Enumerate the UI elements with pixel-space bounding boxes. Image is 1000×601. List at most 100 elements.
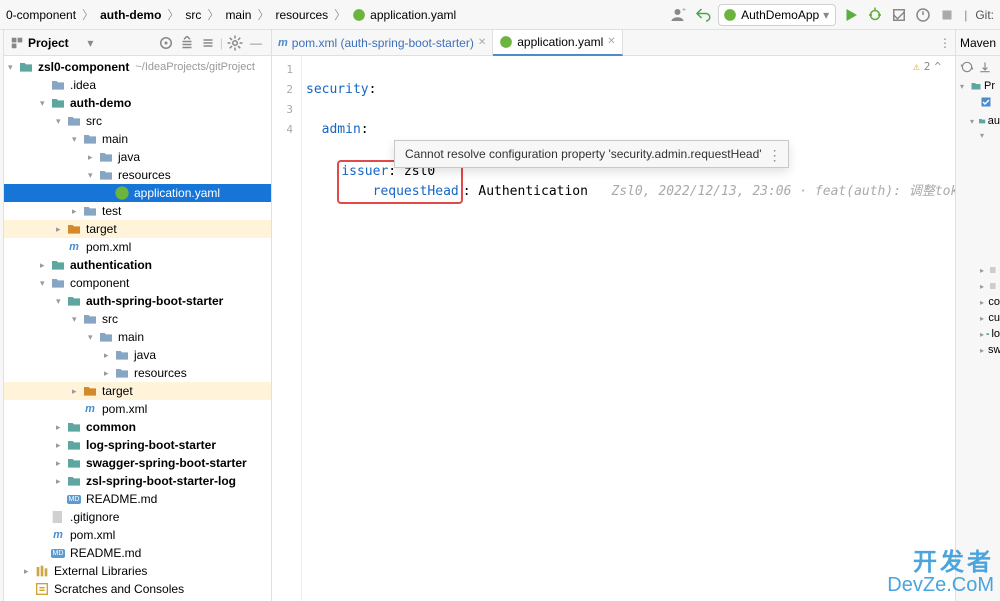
tab-pom[interactable]: m pom.xml (auth-spring-boot-starter) ✕	[272, 30, 493, 56]
more-icon[interactable]: ⋮	[768, 147, 782, 164]
tree-arrow-icon[interactable]	[56, 458, 66, 469]
tree-root[interactable]: zsl0-component ~/IdeaProjects/gitProject	[4, 58, 271, 76]
refresh-icon[interactable]	[960, 60, 974, 74]
tree-item[interactable]: resources	[4, 166, 271, 184]
chevron-down-icon[interactable]: ▾	[87, 36, 93, 50]
tree-arrow-icon[interactable]	[40, 98, 50, 109]
tree-item[interactable]: MDREADME.md	[4, 490, 271, 508]
tree-arrow-icon[interactable]	[56, 476, 66, 487]
tree-item[interactable]: log-spring-boot-starter	[4, 436, 271, 454]
tree-item[interactable]: src	[4, 310, 271, 328]
maven-item[interactable]: ▸cu	[956, 310, 1000, 326]
add-user-icon[interactable]: +	[670, 6, 688, 24]
tree-arrow-icon[interactable]	[88, 170, 98, 181]
hide-icon[interactable]: —	[247, 34, 265, 52]
breadcrumb-item[interactable]: resources	[275, 8, 328, 22]
tree-arrow-icon[interactable]	[72, 314, 82, 325]
download-icon[interactable]	[978, 60, 992, 74]
stop-button[interactable]	[938, 6, 956, 24]
maven-item[interactable]: ▾Pr	[956, 78, 1000, 94]
maven-item[interactable]: ▾	[956, 129, 1000, 142]
tree-item[interactable]: target	[4, 382, 271, 400]
tree-arrow-icon[interactable]	[24, 566, 34, 577]
profiler-button[interactable]	[914, 6, 932, 24]
maven-item[interactable]	[956, 94, 1000, 113]
tree-item[interactable]: component	[4, 274, 271, 292]
undo-icon[interactable]	[694, 6, 712, 24]
tree-item[interactable]: authentication	[4, 256, 271, 274]
tree-arrow-icon[interactable]	[56, 422, 66, 433]
tree-item[interactable]: java	[4, 148, 271, 166]
maven-item[interactable]: ▸co	[956, 294, 1000, 310]
tree-item[interactable]: target	[4, 220, 271, 238]
locate-icon[interactable]	[157, 34, 175, 52]
project-panel: Project ▾ | —	[4, 30, 272, 601]
tree-item[interactable]: main	[4, 130, 271, 148]
tree-arrow-icon[interactable]	[56, 224, 66, 235]
run-config-selector[interactable]: AuthDemoApp ▾	[718, 4, 836, 26]
editor-status[interactable]: ⚠ 2 ^	[913, 60, 941, 73]
tree-item[interactable]: zsl-spring-boot-starter-log	[4, 472, 271, 490]
gear-icon[interactable]	[226, 34, 244, 52]
tree-item[interactable]: MDREADME.md	[4, 544, 271, 562]
breadcrumb-item[interactable]: src	[185, 8, 201, 22]
maven-item[interactable]: ▾au	[956, 113, 1000, 129]
tree-item[interactable]: test	[4, 202, 271, 220]
tree-item[interactable]: resources	[4, 364, 271, 382]
tree-item[interactable]: main	[4, 328, 271, 346]
tree-arrow-icon[interactable]	[104, 350, 114, 361]
tree-arrow-icon[interactable]	[72, 386, 82, 397]
tree-item[interactable]: mpom.xml	[4, 400, 271, 418]
maven-item[interactable]: ▸	[956, 262, 1000, 278]
expand-icon[interactable]	[178, 34, 196, 52]
coverage-button[interactable]	[890, 6, 908, 24]
run-button[interactable]	[842, 6, 860, 24]
tree-arrow-icon[interactable]	[72, 134, 82, 145]
tree-item-label: resources	[118, 168, 171, 182]
tree-item[interactable]: swagger-spring-boot-starter	[4, 454, 271, 472]
more-tabs-icon[interactable]: ⋮	[939, 36, 951, 50]
tree-arrow-icon[interactable]	[56, 116, 66, 127]
tree-item-label: resources	[134, 366, 187, 380]
tree-item[interactable]: mpom.xml	[4, 526, 271, 544]
tree-arrow-icon[interactable]	[88, 152, 98, 163]
tree-item[interactable]: External Libraries	[4, 562, 271, 580]
tree-item[interactable]: java	[4, 346, 271, 364]
checkbox-icon[interactable]	[980, 96, 992, 111]
close-icon[interactable]: ✕	[478, 37, 486, 48]
tree-item[interactable]: src	[4, 112, 271, 130]
caret-icon: ^	[934, 60, 941, 73]
tree-arrow-icon[interactable]	[40, 278, 50, 289]
code-content[interactable]: security: admin: issuer: zsl0 requestHea…	[302, 56, 955, 601]
breadcrumb-item[interactable]: main	[225, 8, 251, 22]
tree-item[interactable]: .gitignore	[4, 508, 271, 526]
tree-item[interactable]: mpom.xml	[4, 238, 271, 256]
breadcrumb-item[interactable]: application.yaml	[370, 8, 456, 22]
maven-item[interactable]: ▸sw	[956, 342, 1000, 358]
tree-item-label: .gitignore	[70, 510, 119, 524]
tree-arrow-icon[interactable]	[104, 368, 114, 379]
tree-item[interactable]: Scratches and Consoles	[4, 580, 271, 598]
breadcrumb-item[interactable]: 0-component	[6, 8, 76, 22]
tree-item[interactable]: common	[4, 418, 271, 436]
tree-arrow-icon[interactable]	[72, 206, 82, 217]
tree-arrow-icon[interactable]	[56, 296, 66, 307]
tab-application-yaml[interactable]: application.yaml ✕	[493, 30, 622, 56]
collapse-icon[interactable]	[199, 34, 217, 52]
tree-arrow-icon[interactable]	[56, 440, 66, 451]
maven-item[interactable]: ▸	[956, 278, 1000, 294]
tree-item[interactable]: application.yaml	[4, 184, 271, 202]
tree-item[interactable]: auth-demo	[4, 94, 271, 112]
close-icon[interactable]: ✕	[607, 36, 615, 47]
tree-arrow-icon[interactable]	[88, 332, 98, 343]
tree-arrow-icon[interactable]	[40, 260, 50, 271]
code-editor[interactable]: 1 2 3 4 security: admin: issuer: zsl0 re…	[272, 56, 955, 601]
maven-item[interactable]: ▸lo	[956, 326, 1000, 342]
breadcrumb-item[interactable]: auth-demo	[100, 8, 161, 22]
project-title[interactable]: Project	[28, 36, 83, 50]
project-tree[interactable]: zsl0-component ~/IdeaProjects/gitProject…	[4, 56, 271, 601]
debug-button[interactable]	[866, 6, 884, 24]
tree-item[interactable]: .idea	[4, 76, 271, 94]
maven-header[interactable]: Maven	[956, 30, 1000, 56]
tree-item[interactable]: auth-spring-boot-starter	[4, 292, 271, 310]
